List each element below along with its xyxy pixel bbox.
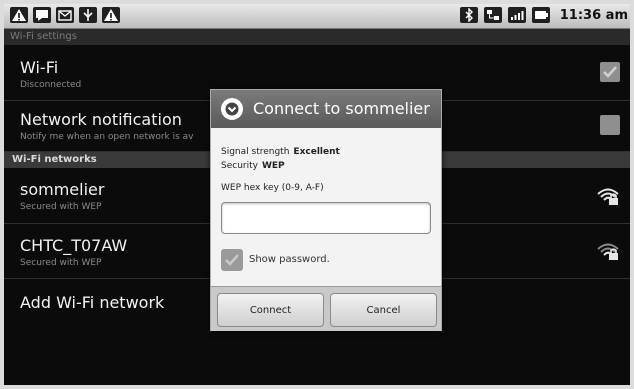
network-security: Secured with WEP bbox=[20, 202, 102, 212]
cancel-button[interactable]: Cancel bbox=[330, 293, 437, 327]
wifi-locked-icon bbox=[597, 188, 619, 205]
signal-strength-label: Signal strength bbox=[221, 147, 290, 157]
wep-key-label: WEP hex key (0-9, A-F) bbox=[221, 183, 324, 193]
chevron-down-icon bbox=[221, 98, 243, 120]
wep-key-input[interactable] bbox=[221, 202, 431, 234]
mail-icon bbox=[56, 7, 74, 23]
add-network-label: Add Wi-Fi network bbox=[20, 293, 165, 312]
screen-title: Wi-Fi settings bbox=[4, 29, 630, 45]
connect-dialog: Connect to sommelier Signal strength Exce… bbox=[210, 89, 442, 331]
show-password-label: Show password. bbox=[249, 254, 330, 265]
wifi-locked-icon bbox=[597, 243, 619, 260]
network-name: sommelier bbox=[20, 180, 105, 199]
security-label: Security bbox=[221, 161, 258, 171]
status-bar: 11:36 am bbox=[4, 4, 630, 29]
show-password-checkbox[interactable] bbox=[221, 249, 243, 271]
warning-icon bbox=[10, 7, 28, 23]
android-screen: 11:36 am Wi-Fi settings Wi-Fi Disconnect… bbox=[4, 4, 630, 385]
network-name: CHTC_T07AW bbox=[20, 236, 128, 255]
warning-icon bbox=[102, 7, 120, 23]
dialog-title: Connect to sommelier bbox=[253, 99, 430, 118]
wifi-checkbox[interactable] bbox=[600, 62, 620, 82]
clock: 11:36 am bbox=[559, 7, 628, 23]
network-security: Secured with WEP bbox=[20, 258, 102, 268]
bluetooth-icon bbox=[459, 7, 478, 23]
chat-icon bbox=[33, 7, 51, 23]
notification-checkbox[interactable] bbox=[600, 115, 620, 135]
security-value: WEP bbox=[261, 161, 285, 171]
network-icon bbox=[483, 7, 502, 23]
signal-strength-line: Signal strength Excellent bbox=[221, 147, 340, 157]
usb-icon bbox=[79, 7, 97, 23]
signal-icon bbox=[507, 7, 526, 23]
dialog-button-bar: Connect Cancel bbox=[211, 286, 441, 331]
dialog-header: Connect to sommelier bbox=[211, 90, 441, 128]
connect-button[interactable]: Connect bbox=[217, 293, 324, 327]
row-title: Network notification bbox=[20, 110, 182, 129]
row-title: Wi-Fi bbox=[20, 58, 59, 77]
row-summary: Disconnected bbox=[20, 80, 82, 90]
signal-strength-value: Excellent bbox=[293, 147, 340, 157]
battery-icon bbox=[531, 7, 550, 23]
row-summary: Notify me when an open network is av bbox=[20, 132, 194, 142]
security-line: Security WEP bbox=[221, 161, 285, 171]
